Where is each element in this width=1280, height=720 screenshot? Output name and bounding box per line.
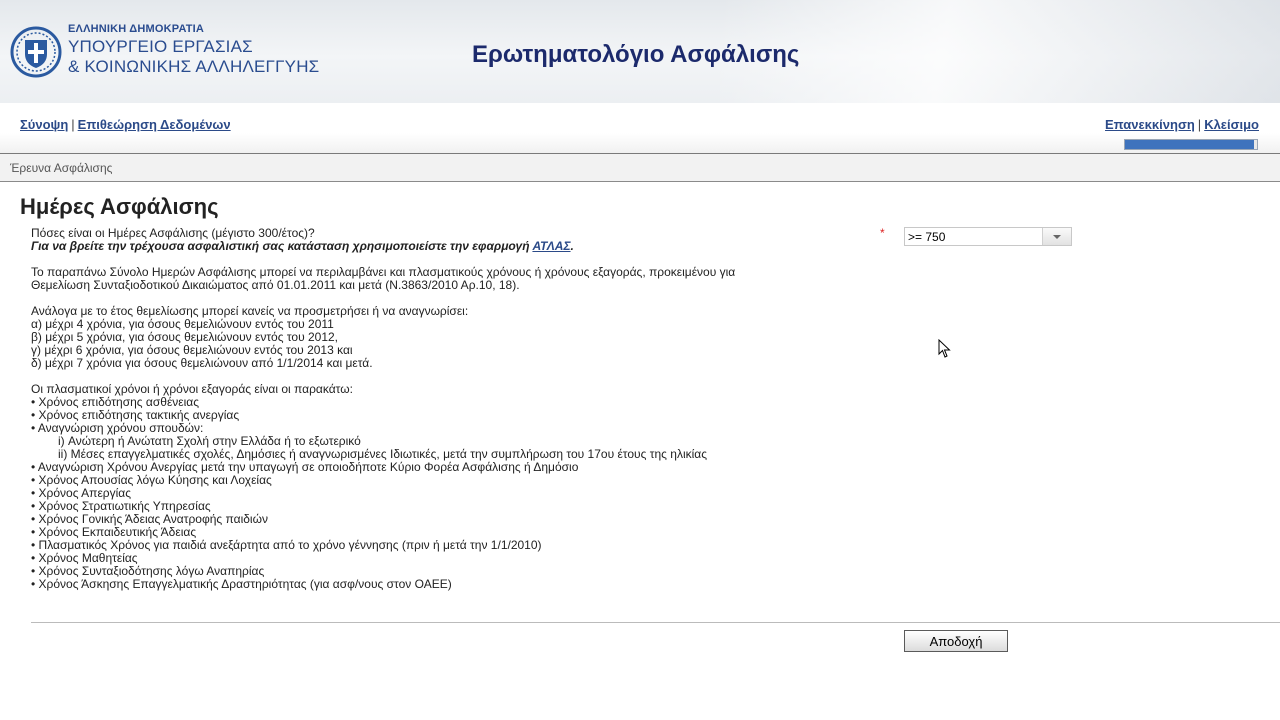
logo-line-3: & ΚΟΙΝΩΝΙΚΗΣ ΑΛΛΗΛΕΓΓΥΗΣ — [68, 57, 320, 76]
atlas-hint: Για να βρείτε την τρέχουσα ασφαλιστική σ… — [31, 240, 841, 253]
paragraph-1-line-2: Θεμελίωση Συνταξιοδοτικού Δικαιώματος απ… — [31, 278, 520, 292]
list-item: • Πλασματικός Χρόνος για παιδιά ανεξάρτη… — [31, 538, 542, 552]
insurance-days-select[interactable]: >= 750 — [904, 227, 1072, 246]
progress-bar-fill — [1125, 140, 1255, 149]
close-link[interactable]: Κλείσιμο — [1204, 117, 1259, 132]
ministry-logo-text: ΕΛΛΗΝΙΚΗ ΔΗΜΟΚΡΑΤΙΑ ΥΠΟΥΡΓΕΙΟ ΕΡΓΑΣΙΑΣ &… — [68, 23, 320, 76]
review-data-link[interactable]: Επιθεώρηση Δεδομένων — [78, 117, 231, 132]
header-decoration — [720, 0, 1280, 103]
app-title: Ερωτηματολόγιο Ασφάλισης — [472, 41, 800, 68]
progress-bar — [1124, 139, 1258, 150]
accept-button[interactable]: Αποδοχή — [904, 630, 1008, 652]
atlas-link[interactable]: ΑΤΛΑΣ — [532, 239, 570, 253]
page-title: Ημέρες Ασφάλισης — [20, 194, 219, 219]
list-item: δ) μέχρι 7 χρόνια για όσους θεμελιώνουν … — [31, 356, 373, 370]
app-header: ΕΛΛΗΝΙΚΗ ΔΗΜΟΚΡΑΤΙΑ ΥΠΟΥΡΓΕΙΟ ΕΡΓΑΣΙΑΣ &… — [0, 0, 1280, 103]
nav-left-links: Σύνοψη | Επιθεώρηση Δεδομένων — [20, 117, 231, 132]
summary-link[interactable]: Σύνοψη — [20, 117, 68, 132]
required-marker: * — [880, 226, 885, 240]
nav-separator: | — [1197, 117, 1202, 132]
atlas-hint-suffix: . — [570, 239, 574, 253]
logo-line-1: ΕΛΛΗΝΙΚΗ ΔΗΜΟΚΡΑΤΙΑ — [68, 23, 205, 35]
restart-link[interactable]: Επανεκκίνηση — [1105, 117, 1195, 132]
atlas-hint-text: Για να βρείτε την τρέχουσα ασφαλιστική σ… — [31, 239, 530, 253]
breadcrumb: Έρευνα Ασφάλισης — [10, 161, 113, 175]
greek-emblem-icon — [10, 26, 62, 78]
nav-right-links: Επανεκκίνηση | Κλείσιμο — [1105, 117, 1259, 132]
mouse-cursor-icon — [938, 339, 951, 358]
chevron-down-icon[interactable] — [1042, 228, 1071, 245]
list-item: • Χρόνος Απουσίας λόγω Κύησης και Λοχεία… — [31, 473, 272, 487]
navigation-bar: Σύνοψη | Επιθεώρηση Δεδομένων Επανεκκίνηση… — [0, 103, 1280, 154]
list-item: • Χρόνος Άσκησης Επαγγελματικής Δραστηρι… — [31, 577, 452, 591]
content-divider — [31, 622, 1280, 623]
question-content: Πόσες είναι οι Ημέρες Ασφάλισης (μέγιστο… — [31, 227, 841, 591]
nav-separator: | — [71, 117, 75, 132]
logo-line-2: ΥΠΟΥΡΓΕΙΟ ΕΡΓΑΣΙΑΣ — [68, 37, 253, 56]
selected-value: >= 750 — [908, 230, 946, 244]
breadcrumb-bar: Έρευνα Ασφάλισης — [0, 154, 1280, 182]
